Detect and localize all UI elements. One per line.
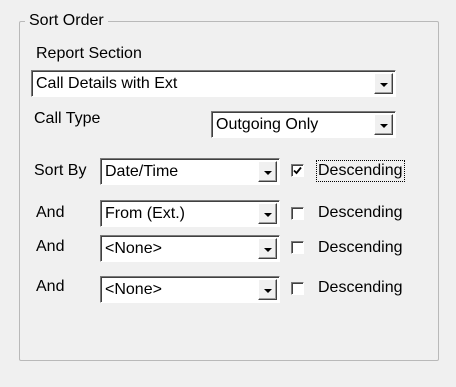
descending-checkbox-1[interactable] xyxy=(291,164,304,177)
descending-checkbox-3[interactable] xyxy=(291,241,304,254)
then-by-dropdown-1[interactable]: From (Ext.) xyxy=(100,200,280,227)
sort-by-dropdown-button[interactable] xyxy=(258,161,277,182)
sort-by-label: Sort By xyxy=(34,162,87,179)
descending-checkbox-4[interactable] xyxy=(291,282,304,295)
call-type-dropdown[interactable]: Outgoing Only xyxy=(211,111,396,138)
descending-checkbox-2[interactable] xyxy=(291,207,304,220)
descending-label-2[interactable]: Descending xyxy=(318,203,403,223)
sort-by-value: Date/Time xyxy=(105,162,179,180)
report-section-dropdown[interactable]: Call Details with Ext xyxy=(31,70,396,97)
chevron-down-icon xyxy=(379,124,388,128)
then-by-dropdown-button-2[interactable] xyxy=(258,238,277,259)
then-by-value-3: <None> xyxy=(105,280,162,298)
and-label-3: And xyxy=(36,278,65,295)
chevron-down-icon xyxy=(379,83,388,87)
chevron-down-icon xyxy=(263,248,272,252)
call-type-dropdown-button[interactable] xyxy=(374,114,393,135)
group-title: Sort Order xyxy=(25,11,108,31)
report-section-label: Report Section xyxy=(36,45,142,62)
then-by-dropdown-3[interactable]: <None> xyxy=(100,276,280,303)
report-section-dropdown-button[interactable] xyxy=(374,73,393,94)
then-by-value-2: <None> xyxy=(105,239,162,257)
then-by-dropdown-2[interactable]: <None> xyxy=(100,235,280,262)
call-type-label: Call Type xyxy=(34,110,101,127)
descending-label-1[interactable]: Descending xyxy=(316,160,405,182)
checkmark-icon xyxy=(293,166,302,175)
chevron-down-icon xyxy=(263,289,272,293)
descending-label-3[interactable]: Descending xyxy=(318,238,403,258)
then-by-dropdown-button-1[interactable] xyxy=(258,203,277,224)
then-by-value-1: From (Ext.) xyxy=(105,204,185,222)
call-type-value: Outgoing Only xyxy=(216,115,319,133)
chevron-down-icon xyxy=(263,171,272,175)
and-label-1: And xyxy=(36,204,65,221)
and-label-2: And xyxy=(36,238,65,255)
report-section-value: Call Details with Ext xyxy=(36,74,178,92)
then-by-dropdown-button-3[interactable] xyxy=(258,279,277,300)
chevron-down-icon xyxy=(263,213,272,217)
descending-label-4[interactable]: Descending xyxy=(318,278,403,298)
sort-by-dropdown[interactable]: Date/Time xyxy=(100,158,280,185)
